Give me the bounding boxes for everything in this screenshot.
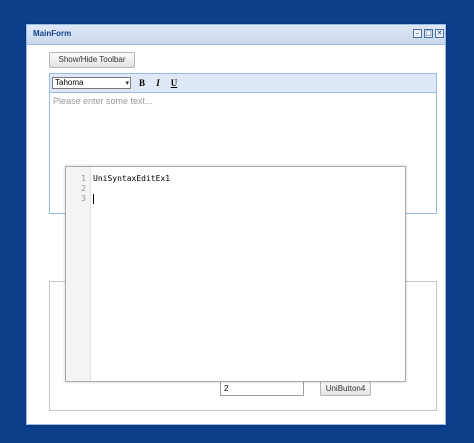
line-number: 2 [81, 184, 86, 193]
line-number: 3 [81, 194, 86, 203]
memo-placeholder: Please enter some text... [53, 96, 153, 106]
show-hide-toolbar-button[interactable]: Show/Hide Toolbar [49, 52, 135, 68]
underline-button[interactable]: U [168, 78, 180, 89]
font-select[interactable]: Tahoma ▾ [52, 77, 131, 89]
code-line: UniSyntaxEditEx1 [93, 174, 171, 183]
window-title: MainForm [33, 29, 72, 38]
text-caret [93, 194, 94, 204]
close-icon[interactable]: ✕ [435, 29, 444, 38]
number-edit[interactable]: 2 [220, 381, 304, 396]
bold-button[interactable]: B [136, 78, 148, 89]
line-number-gutter: 1 2 3 [66, 167, 91, 381]
memo-toolbar: Tahoma ▾ B I U [50, 74, 436, 93]
syntax-editor[interactable]: 1 2 3 UniSyntaxEditEx1 [65, 166, 406, 382]
line-number: 1 [81, 174, 86, 183]
window-titlebar[interactable]: MainForm – □ ✕ [27, 25, 445, 45]
minimize-icon[interactable]: – [413, 29, 422, 38]
italic-button[interactable]: I [152, 78, 164, 89]
unibutton4-button[interactable]: UniButton4 [320, 381, 371, 396]
font-select-value: Tahoma [55, 78, 84, 87]
maximize-icon[interactable]: □ [424, 29, 433, 38]
chevron-down-icon: ▾ [125, 79, 129, 87]
